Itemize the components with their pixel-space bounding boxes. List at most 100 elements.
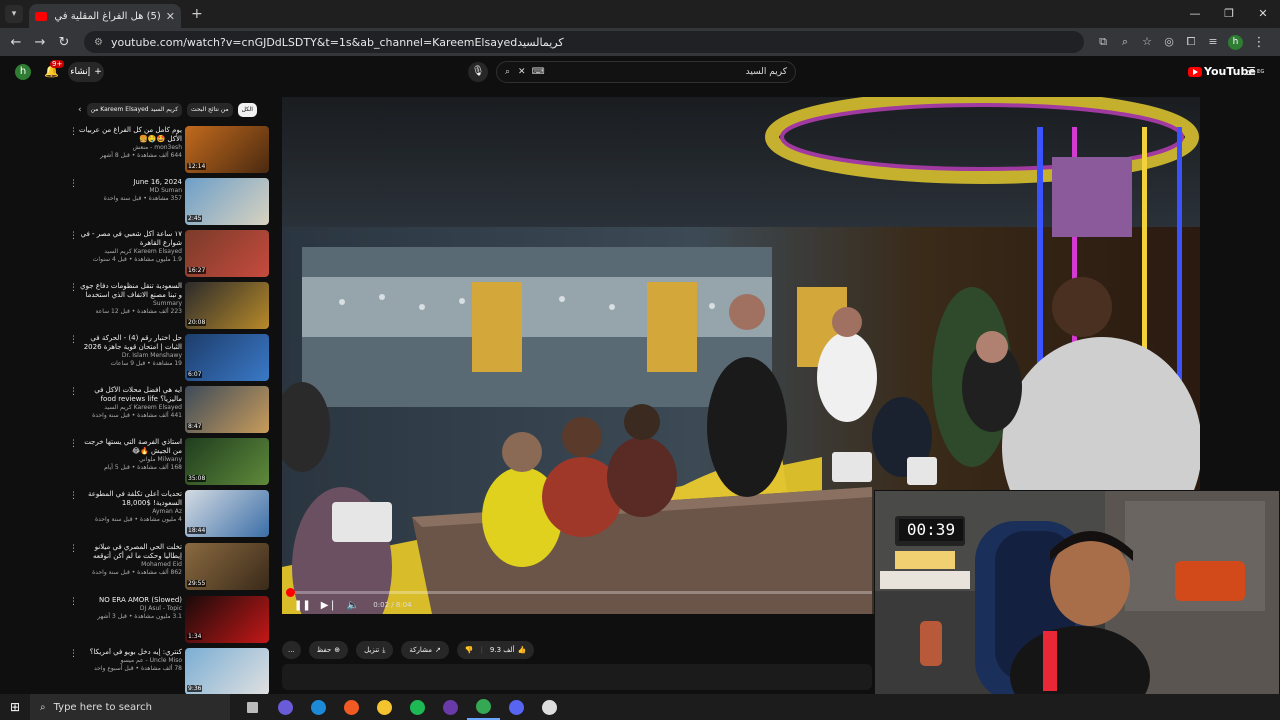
forward-button[interactable]: → bbox=[28, 35, 52, 50]
chip-from-search[interactable]: من نتائج البحث bbox=[187, 103, 233, 117]
extension-icon[interactable]: ◎ bbox=[1158, 35, 1180, 49]
chip-from-channel[interactable]: من Kareem Elsayed كريم السيد bbox=[86, 103, 183, 117]
item-channel[interactable]: Kareem Elsayed كريم السيد bbox=[78, 404, 182, 412]
dislike-icon[interactable]: 👎 bbox=[465, 646, 474, 654]
item-menu-icon[interactable]: ⋮ bbox=[69, 127, 78, 137]
item-menu-icon[interactable]: ⋮ bbox=[69, 283, 78, 293]
item-menu-icon[interactable]: ⋮ bbox=[69, 335, 78, 345]
bookmark-star-icon[interactable]: ☆ bbox=[1136, 35, 1158, 49]
clear-search-icon[interactable]: ✕ bbox=[518, 67, 526, 77]
chips-prev-icon[interactable]: ‹ bbox=[78, 105, 82, 115]
minimize-button[interactable]: — bbox=[1178, 0, 1212, 28]
recommendation-item[interactable]: ⋮ حل اختبار رقم (4) - الحركة في الثبات | … bbox=[60, 334, 270, 382]
save-button[interactable]: حفظ ⊕ bbox=[308, 641, 349, 659]
browser-tab-active[interactable]: (5) هل الفراغ المقلية في مص... ✕ bbox=[29, 4, 181, 28]
extensions-puzzle-icon[interactable]: ⧠ bbox=[1180, 35, 1202, 49]
download-button[interactable]: تنزيل ⤓ bbox=[356, 641, 394, 659]
back-button[interactable]: ← bbox=[4, 35, 28, 50]
share-button[interactable]: مشاركة ↗ bbox=[401, 641, 449, 659]
item-menu-icon[interactable]: ⋮ bbox=[69, 179, 78, 189]
browser-profile-avatar[interactable]: h bbox=[1228, 34, 1243, 50]
total-time: 8:04 bbox=[395, 601, 412, 609]
file-explorer-icon[interactable] bbox=[368, 694, 401, 720]
chrome-icon[interactable] bbox=[467, 694, 500, 720]
item-title[interactable]: تخلت الحي المصري في ميلانو إيطاليا وحكت … bbox=[78, 543, 182, 561]
search-icon[interactable]: ⌕ bbox=[505, 67, 510, 77]
item-channel[interactable]: Summary bbox=[78, 300, 182, 308]
recommendation-item[interactable]: ⋮ يوم كامل من كل الفراغ من عربيات الأكل 🤩… bbox=[60, 126, 270, 174]
next-video-icon[interactable]: ▶❘ bbox=[321, 600, 337, 611]
copilot-icon[interactable] bbox=[269, 694, 302, 720]
item-title[interactable]: ١٧ ساعة أكل شعبي في مصر - في شوارع القاه… bbox=[78, 230, 182, 248]
item-menu-icon[interactable]: ⋮ bbox=[69, 231, 78, 241]
spotify-icon[interactable] bbox=[401, 694, 434, 720]
voice-search-icon[interactable]: 🎙 bbox=[468, 62, 488, 82]
item-menu-icon[interactable]: ⋮ bbox=[69, 649, 78, 659]
item-title[interactable]: السعودية تنقل منظومات دفاع جوي و تبنا مص… bbox=[78, 282, 182, 300]
pause-icon[interactable]: ❚❚ bbox=[294, 600, 311, 611]
like-icon[interactable]: 👍 bbox=[518, 646, 527, 654]
recommendation-item[interactable]: ⋮ كنتري: إيه دخل بويو في أمريكا؟ Uncle Mis… bbox=[60, 648, 270, 696]
discord-icon[interactable] bbox=[500, 694, 533, 720]
windows-start-icon[interactable]: ⊞ bbox=[0, 700, 30, 714]
item-channel[interactable]: DJ Asul - Topic bbox=[78, 605, 182, 613]
media-control-icon[interactable]: ≡ bbox=[1202, 35, 1224, 49]
task-view-icon[interactable] bbox=[236, 694, 269, 720]
item-channel[interactable]: Mohamed Eid bbox=[78, 561, 182, 569]
item-channel[interactable]: Ayman Az bbox=[78, 508, 182, 516]
item-title[interactable]: ايه هي افضل محلات الأكل في ماليزيا؟ food… bbox=[78, 386, 182, 404]
item-channel[interactable]: mon3esh - منعش bbox=[78, 144, 182, 152]
item-title[interactable]: يوم كامل من كل الفراغ من عربيات الأكل 🤩🤤… bbox=[78, 126, 182, 144]
chip-all[interactable]: الكل bbox=[237, 103, 257, 117]
item-menu-icon[interactable]: ⋮ bbox=[69, 439, 78, 449]
brave-icon[interactable] bbox=[335, 694, 368, 720]
guide-menu-icon[interactable]: ☰ bbox=[1246, 65, 1256, 78]
close-tab-icon[interactable]: ✕ bbox=[166, 10, 175, 23]
site-info-icon[interactable]: ⚙ bbox=[94, 37, 103, 48]
recommendation-item[interactable]: ⋮ تحديات أعلى تكلفة في المطوعة السعودية! … bbox=[60, 490, 270, 538]
item-menu-icon[interactable]: ⋮ bbox=[69, 491, 78, 501]
close-window-button[interactable]: ✕ bbox=[1246, 0, 1280, 28]
item-menu-icon[interactable]: ⋮ bbox=[69, 597, 78, 607]
zoom-icon[interactable]: ⌕ bbox=[1114, 35, 1136, 49]
item-title[interactable]: NO ERA AMOR (Slowed) bbox=[78, 596, 182, 605]
reload-button[interactable]: ↻ bbox=[52, 35, 76, 50]
taskbar-search-box[interactable]: ⌕ Type here to search bbox=[30, 694, 230, 720]
item-channel[interactable]: Dr. Islam Menshawy bbox=[78, 352, 182, 360]
item-channel[interactable]: Kareem Elsayed كريم السيد bbox=[78, 248, 182, 256]
item-title[interactable]: حل اختبار رقم (4) - الحركة في الثبات | ا… bbox=[78, 334, 182, 352]
item-channel[interactable]: Milwany ملواني bbox=[78, 456, 182, 464]
new-tab-button[interactable]: + bbox=[191, 6, 203, 22]
address-bar[interactable]: ⚙ youtube.com/watch?v=cnGJDdLSDTY&t=1s&a… bbox=[84, 31, 1084, 53]
browser-menu-icon[interactable]: ⋮ bbox=[1247, 35, 1271, 50]
edge-icon[interactable] bbox=[302, 694, 335, 720]
recommendation-item[interactable]: ⋮ السعودية تنقل منظومات دفاع جوي و تبنا م… bbox=[60, 282, 270, 330]
recommendation-item[interactable]: ⋮ NO ERA AMOR (Slowed) DJ Asul - Topic 3.1 … bbox=[60, 596, 270, 644]
item-title[interactable]: كنتري: إيه دخل بويو في أمريكا؟ bbox=[78, 648, 182, 657]
keyboard-icon[interactable]: ⌨ bbox=[532, 67, 545, 77]
recommendation-item[interactable]: ⋮ استاذي الفرصة التي يستها خرجت من الجيش … bbox=[60, 438, 270, 486]
recommendation-item[interactable]: ⋮ June 16, 2024 MD Suman 357 مشاهدة • قبل س… bbox=[60, 178, 270, 226]
item-channel[interactable]: MD Suman bbox=[78, 187, 182, 195]
volume-icon[interactable]: 🔈 bbox=[347, 600, 359, 611]
cast-icon[interactable]: ⧉ bbox=[1092, 35, 1114, 49]
video-progress-bar[interactable] bbox=[286, 588, 872, 597]
premiere-icon[interactable] bbox=[434, 694, 467, 720]
recommendation-item[interactable]: ⋮ تخلت الحي المصري في ميلانو إيطاليا وحكت… bbox=[60, 543, 270, 591]
more-actions-button[interactable]: ... bbox=[282, 641, 301, 659]
item-title[interactable]: تحديات أعلى تكلفة في المطوعة السعودية! $… bbox=[78, 490, 182, 508]
search-input[interactable]: ⌕ ✕ ⌨ كريم السيد bbox=[496, 61, 796, 83]
recommendation-item[interactable]: ⋮ ١٧ ساعة أكل شعبي في مصر - في شوارع القا… bbox=[60, 230, 270, 278]
description-box[interactable] bbox=[282, 664, 872, 690]
item-title[interactable]: June 16, 2024 bbox=[78, 178, 182, 187]
obs-icon[interactable] bbox=[533, 694, 566, 720]
create-button[interactable]: إنشاء + bbox=[68, 62, 104, 82]
item-title[interactable]: استاذي الفرصة التي يستها خرجت من الجيش 🔥… bbox=[78, 438, 182, 456]
user-avatar[interactable]: h bbox=[15, 64, 31, 80]
item-menu-icon[interactable]: ⋮ bbox=[69, 544, 78, 554]
restore-button[interactable]: ❐ bbox=[1212, 0, 1246, 28]
item-channel[interactable]: Uncle Miso - عم ميسو bbox=[78, 657, 182, 665]
item-menu-icon[interactable]: ⋮ bbox=[69, 387, 78, 397]
tab-search-button[interactable]: ▾ bbox=[5, 5, 23, 23]
recommendation-item[interactable]: ⋮ ايه هي افضل محلات الأكل في ماليزيا؟ foo… bbox=[60, 386, 270, 434]
